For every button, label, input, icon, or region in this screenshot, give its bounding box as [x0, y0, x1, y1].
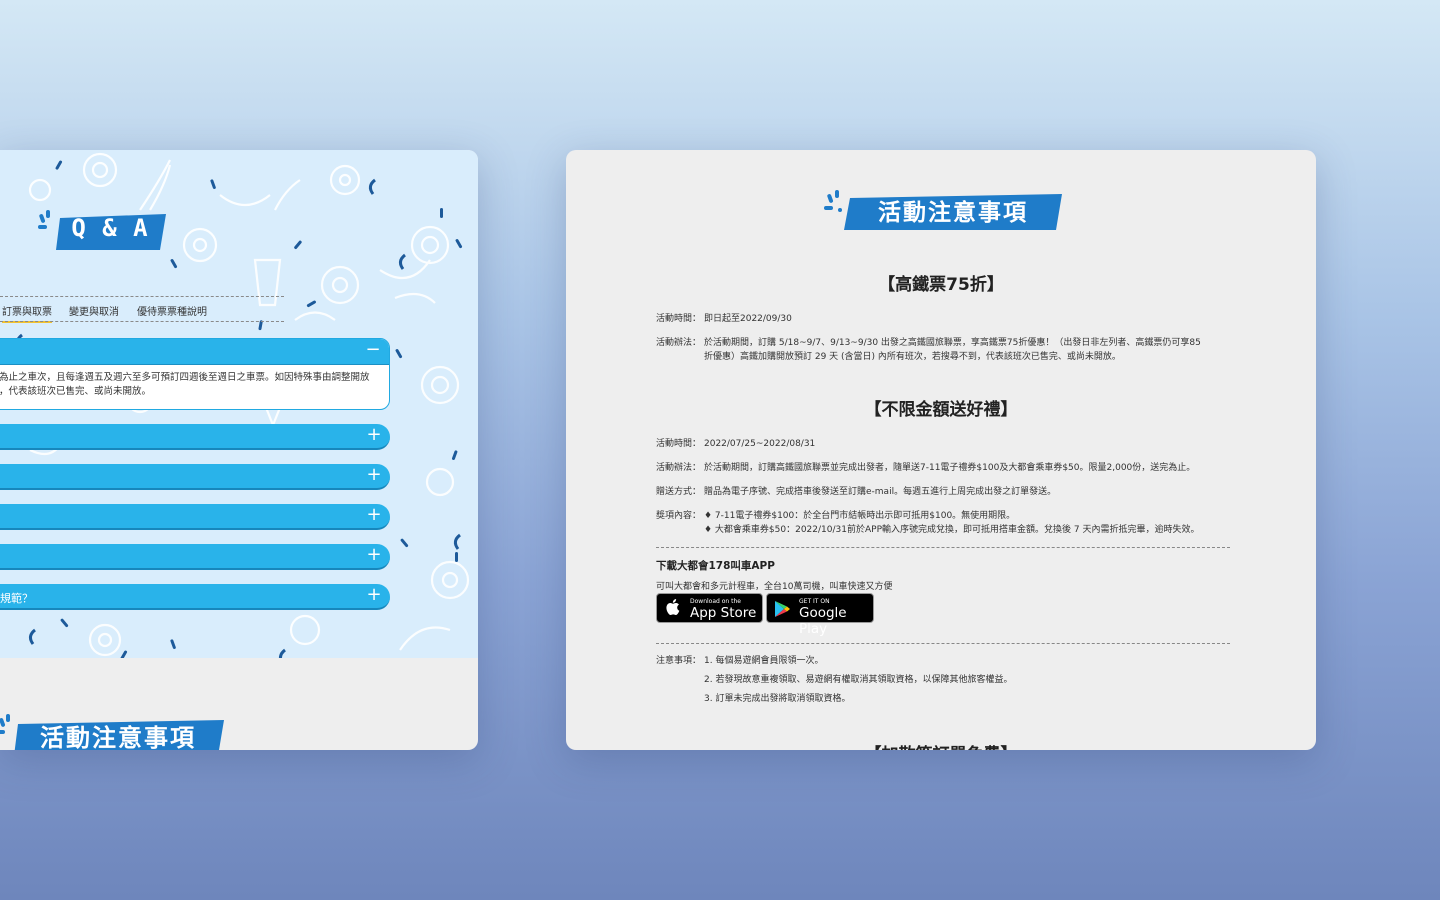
s2-method-key: 活動辦法： — [656, 463, 702, 473]
s1-method-key: 活動辦法： — [656, 338, 702, 348]
google-play-big-text: Google Play — [799, 605, 847, 637]
s2-prize-row: 獎項內容： ♦ 7-11電子禮券$100：於全台門市結帳時出示即可抵用$100。無… — [656, 509, 1015, 523]
app-store-button[interactable]: Download on the App Store — [656, 593, 763, 623]
expand-plus-icon[interactable]: + — [366, 586, 382, 604]
fruit-pattern-background: Q & A 訂票與取票 變更與取消 優待票票種說明 − 為止之車次，且每逢週五及… — [0, 150, 478, 658]
divider — [656, 643, 1230, 644]
qa-logo-text: Q & A — [71, 214, 149, 242]
s2-prize-line1: ♦ 7-11電子禮券$100：於全台門市結帳時出示即可抵用$100。無使用期限。 — [704, 511, 1016, 521]
expand-plus-icon[interactable]: + — [366, 506, 382, 524]
accordion-item[interactable]: + — [0, 544, 390, 570]
expand-plus-icon[interactable]: + — [366, 426, 382, 444]
accordion-item[interactable]: 規範？ + — [0, 584, 390, 610]
apple-icon — [665, 598, 680, 621]
s2-gift-row: 贈送方式： 贈品為電子序號、完成搭車後發送至訂購e-mail。每週五進行上周完成出… — [656, 485, 1056, 499]
s1-time-key: 活動時間： — [656, 314, 702, 324]
divider — [656, 547, 1230, 548]
google-play-small-text: GET IT ON — [799, 598, 830, 605]
s2-method-row: 活動辦法： 於活動期間，訂購高鐵國旅聯票並完成出發者，隨單送7-11電子禮券$10… — [656, 461, 1195, 475]
notes-item: 1. 每個易遊網會員限領一次。 — [704, 656, 824, 666]
s1-method-row: 活動辦法： 於活動期間，訂購 5/18~9/7、9/13~9/30 出發之高鐵國旅… — [656, 336, 1201, 350]
notes-key: 注意事項： — [656, 656, 702, 666]
s1-method-line1: 於活動期間，訂購 5/18~9/7、9/13~9/30 出發之高鐵國旅聯票，享高… — [704, 338, 1201, 348]
answer-line-2: ，代表該班次已售完、或尚未開放。 — [0, 386, 152, 397]
tab-booking-pickup[interactable]: 訂票與取票 — [2, 303, 52, 323]
tab-change-cancel[interactable]: 變更與取消 — [69, 303, 119, 318]
notes-item: 2. 若發現故意重複領取、易遊網有權取消其領取資格，以保障其他旅客權益。 — [704, 675, 1013, 685]
google-play-button[interactable]: GET IT ON Google Play — [766, 593, 874, 637]
accordion-item[interactable]: + — [0, 464, 390, 490]
accordion-answer: 為止之車次，且每逢週五及週六至多可預訂四週後至週日之車票。如因特殊事由調整開放 … — [0, 365, 389, 399]
notice-logo-text: 活動注意事項 — [878, 200, 1028, 226]
tabs-top-divider — [0, 296, 284, 297]
expand-plus-icon[interactable]: + — [366, 546, 382, 564]
tabs-bottom-divider — [0, 321, 284, 322]
accordion-item[interactable]: + — [0, 504, 390, 530]
app-download-subtitle: 可叫大都會和多元計程車，全台10萬司機，叫車快速又方便 — [656, 582, 893, 592]
app-store-big-text: App Store — [690, 605, 757, 621]
notes-item: 3. 訂單未完成出發將取消領取資格。 — [704, 694, 851, 704]
app-store-small-text: Download on the — [690, 598, 741, 605]
section-title-hsr-discount: 【高鐵票75折】 — [878, 275, 1004, 295]
collapse-minus-icon[interactable]: − — [365, 341, 381, 359]
s1-method-line2: 折優惠）高鐵加購開放預訂 29 天 (含當日) 內所有班次，若搜尋不到，代表該班… — [704, 352, 1121, 362]
event-notice-card: 活動注意事項 【高鐵票75折】 活動時間： 即日起至2022/09/30 活動辦法… — [566, 150, 1316, 750]
s2-time-key: 活動時間： — [656, 439, 702, 449]
accordion-item[interactable]: + — [0, 424, 390, 450]
section-title-next: 【加散箱訂單免費】 — [566, 740, 1316, 750]
notice-logo: 活動注意事項 — [824, 188, 1064, 236]
answer-line-1: 為止之車次，且每逢週五及週六至多可預訂四週後至週日之車票。如因特殊事由調整開放 — [0, 372, 370, 383]
qa-tabs: 訂票與取票 變更與取消 優待票票種說明 — [0, 296, 284, 324]
expand-plus-icon[interactable]: + — [366, 466, 382, 484]
s2-prize-key: 獎項內容： — [656, 511, 702, 521]
app-download-title: 下載大都會178叫車APP — [656, 560, 775, 572]
s1-time-value: 即日起至2022/09/30 — [704, 314, 792, 324]
accordion-item-open: − 為止之車次，且每逢週五及週六至多可預訂四週後至週日之車票。如因特殊事由調整開… — [0, 338, 390, 410]
s2-method-value: 於活動期間，訂購高鐵國旅聯票並完成出發者，隨單送7-11電子禮券$100及大都會… — [704, 463, 1196, 473]
accordion-header[interactable]: − — [0, 339, 389, 365]
s2-gift-key: 贈送方式： — [656, 487, 702, 497]
accordion-item-label: 規範？ — [0, 592, 33, 605]
s1-time-row: 活動時間： 即日起至2022/09/30 — [656, 312, 792, 326]
s2-gift-value: 贈品為電子序號、完成搭車後發送至訂購e-mail。每週五進行上周完成出發之訂單發… — [704, 487, 1057, 497]
qa-card: Q & A 訂票與取票 變更與取消 優待票票種說明 − 為止之車次，且每逢週五及… — [0, 150, 478, 750]
notes-row: 注意事項： 1. 每個易遊網會員限領一次。 — [656, 654, 823, 668]
s2-time-row: 活動時間： 2022/07/25~2022/08/31 — [656, 437, 815, 451]
section-title-gift: 【不限金額送好禮】 — [864, 400, 1018, 420]
notice-logo-bottom-text: 活動注意事項 — [40, 724, 196, 750]
s2-time-value: 2022/07/25~2022/08/31 — [704, 439, 816, 449]
google-play-icon — [774, 600, 791, 622]
tab-discount-ticket[interactable]: 優待票票種說明 — [137, 303, 207, 318]
notice-logo-bottom: 活動注意事項 — [0, 710, 226, 750]
s2-prize-line2: ♦ 大都會乘車券$50：2022/10/31前於APP輸入序號完成兌換，即可抵用… — [704, 525, 1200, 535]
